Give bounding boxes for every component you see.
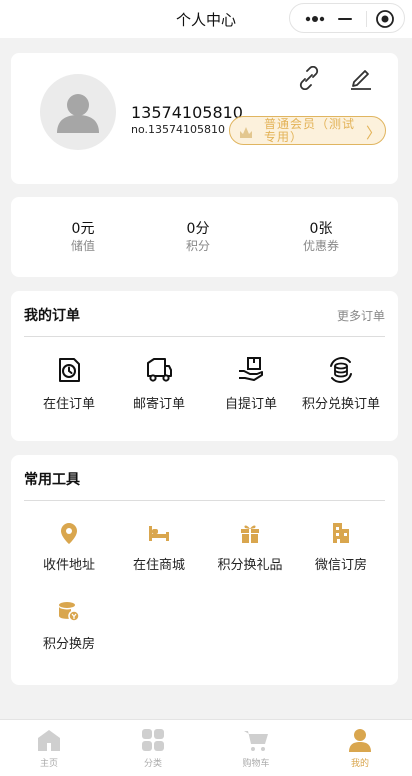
stat-balance[interactable]: 0元 储值: [38, 221, 128, 254]
home-icon: [38, 730, 60, 751]
minimize-icon[interactable]: [338, 18, 352, 20]
tool-item-label: 积分换房: [42, 637, 95, 652]
tool-item-label: 收件地址: [42, 558, 95, 573]
user-avatar-icon: [57, 94, 99, 133]
stat-label: 储值: [70, 239, 95, 253]
bed-icon: [149, 526, 169, 541]
order-item-label: 自提订单: [224, 397, 277, 412]
member-number: no.13574105810: [131, 123, 225, 136]
gift-icon: [241, 525, 259, 543]
divider: [24, 500, 385, 501]
tools-card: 常用工具 收件地址 在住商城 积分换礼品 微信订房 积分换房: [11, 455, 398, 685]
navigation-bar: 个人中心: [0, 0, 412, 38]
order-item-in-stay[interactable]: 在住订单: [21, 356, 117, 412]
tool-item-address[interactable]: 收件地址: [21, 521, 117, 573]
tool-item-wechat-booking[interactable]: 微信订房: [293, 521, 389, 573]
coin-stack-icon: [58, 602, 80, 622]
tab-cart[interactable]: 购物车: [221, 728, 291, 769]
more-dots-icon[interactable]: [300, 9, 330, 29]
stat-label: 积分: [185, 239, 210, 253]
crown-hand-icon: [240, 127, 252, 138]
tool-item-label: 微信订房: [314, 558, 367, 573]
stat-points[interactable]: 0分 积分: [153, 221, 243, 254]
stat-value: 0张: [309, 221, 333, 237]
chevron-right-icon: 〉: [366, 124, 382, 142]
order-item-label: 在住订单: [42, 397, 95, 412]
mini-program-capsule: [289, 3, 405, 33]
building-icon: [333, 523, 349, 543]
cart-icon: [244, 731, 268, 751]
bottom-tab-bar: 主页 分类 购物车 我的: [0, 719, 412, 776]
profile-card: 13574105810 no.13574105810 普通会员（测试专用） 〉: [11, 53, 398, 184]
membership-label: 普通会员（测试专用）: [264, 117, 356, 144]
tab-label: 我的: [350, 759, 369, 769]
stat-value: 0分: [186, 221, 210, 237]
section-title: 常用工具: [24, 472, 80, 488]
more-orders-link[interactable]: 更多订单: [337, 307, 385, 324]
edit-pen-icon[interactable]: [349, 66, 373, 90]
orders-card: 我的订单 更多订单 在住订单 邮寄订单 自提订单 积分兑换订单: [11, 291, 398, 441]
order-item-points-exchange[interactable]: 积分兑换订单: [293, 356, 389, 412]
order-item-mail[interactable]: 邮寄订单: [111, 356, 207, 412]
grid-icon: [142, 729, 164, 751]
stat-label: 优惠券: [302, 239, 339, 253]
order-item-label: 积分兑换订单: [301, 397, 380, 412]
coin-exchange-icon: [330, 357, 352, 383]
person-icon: [349, 729, 371, 752]
tab-label: 主页: [39, 759, 58, 769]
avatar[interactable]: [40, 74, 116, 150]
order-item-pickup[interactable]: 自提订单: [203, 356, 299, 412]
tool-item-mall[interactable]: 在住商城: [111, 521, 207, 573]
phone-number: 13574105810: [131, 103, 243, 122]
package-hand-icon: [239, 357, 263, 381]
membership-badge[interactable]: 普通会员（测试专用） 〉: [229, 116, 386, 145]
tool-item-label: 在住商城: [132, 558, 185, 573]
clock-doc-icon: [59, 358, 80, 382]
capsule-divider: [366, 11, 367, 27]
tab-home[interactable]: 主页: [14, 728, 84, 769]
tool-item-gift[interactable]: 积分换礼品: [202, 521, 298, 573]
order-item-label: 邮寄订单: [132, 397, 185, 412]
tab-label: 购物车: [242, 759, 270, 769]
link-icon[interactable]: [297, 66, 321, 90]
stat-coupons[interactable]: 0张 优惠券: [276, 221, 366, 254]
section-title: 我的订单: [24, 308, 80, 324]
divider: [24, 336, 385, 337]
tab-category[interactable]: 分类: [118, 728, 188, 769]
tab-label: 分类: [143, 759, 162, 769]
tool-item-points-room[interactable]: 积分换房: [21, 600, 117, 652]
location-pin-icon: [61, 523, 77, 544]
tool-item-label: 积分换礼品: [217, 558, 283, 573]
target-circle-icon[interactable]: [375, 9, 395, 29]
delivery-truck-icon: [147, 358, 172, 382]
tab-mine[interactable]: 我的: [325, 728, 395, 769]
stats-card: 0元 储值 0分 积分 0张 优惠券: [11, 197, 398, 277]
stat-value: 0元: [71, 221, 95, 237]
